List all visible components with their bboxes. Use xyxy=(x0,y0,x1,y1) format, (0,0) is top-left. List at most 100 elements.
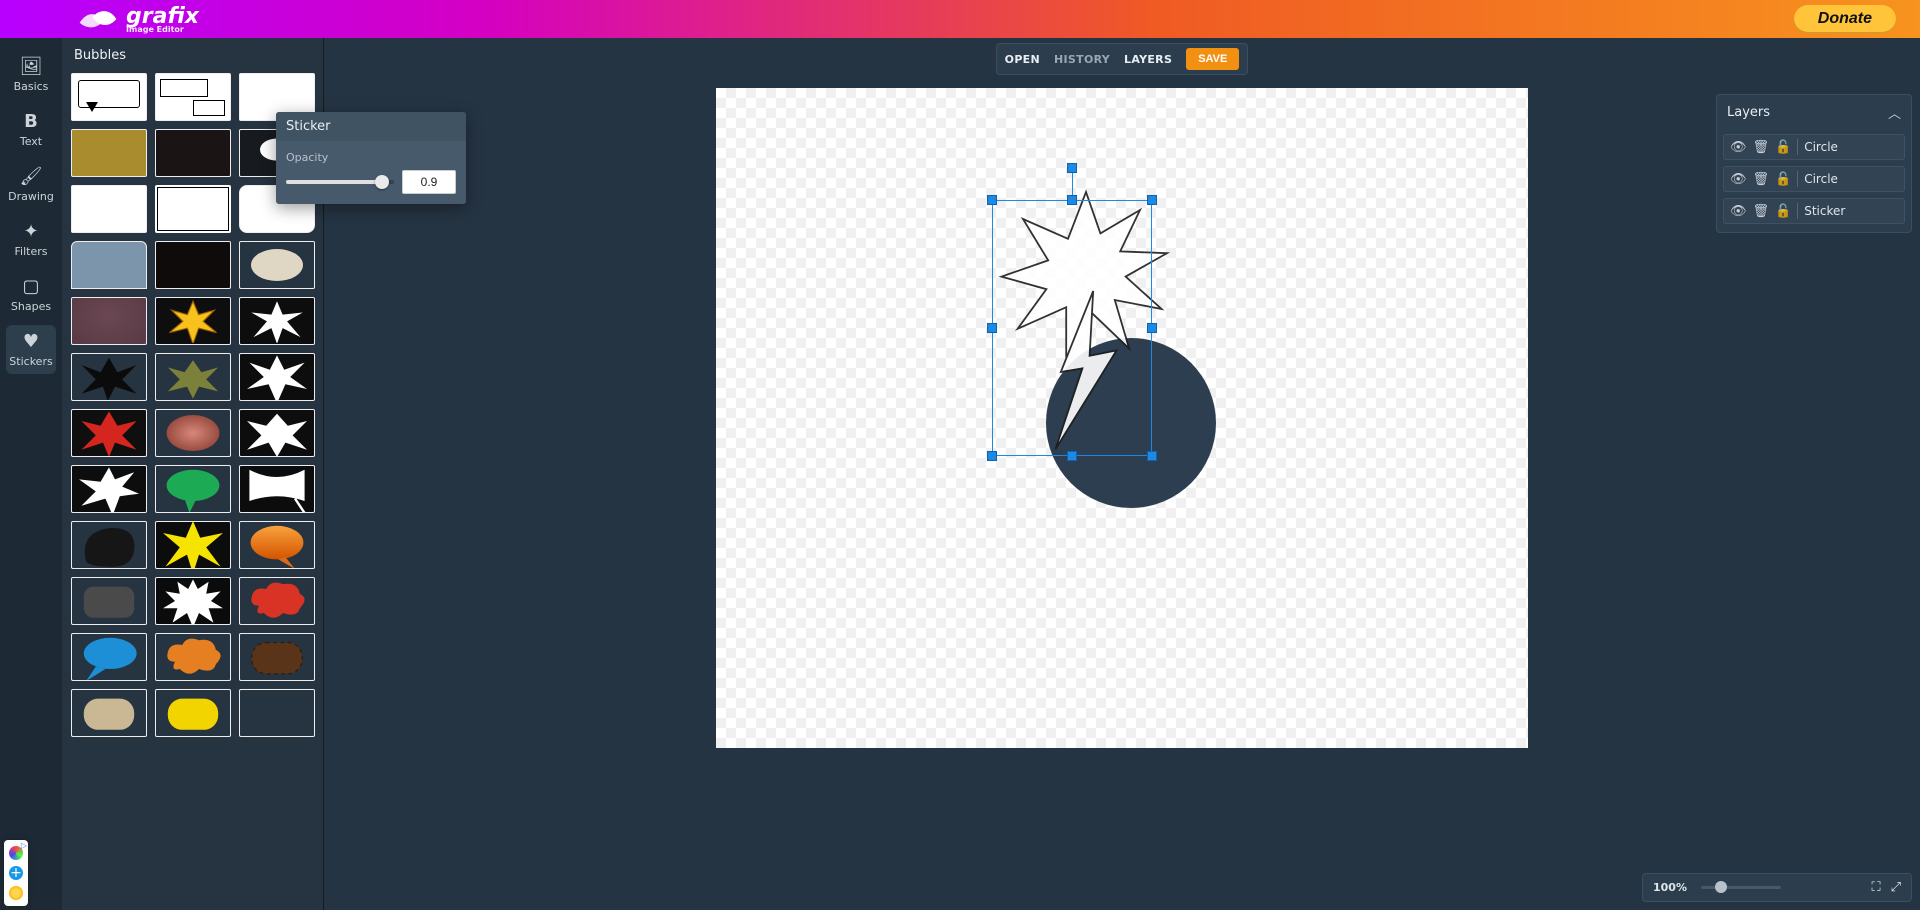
popup-title: Sticker xyxy=(276,112,466,141)
sticker-thumb[interactable] xyxy=(239,297,315,345)
sticker-thumb[interactable] xyxy=(239,465,315,513)
sticker-thumb[interactable] xyxy=(155,409,231,457)
sticker-thumb[interactable] xyxy=(155,353,231,401)
tool-label: Text xyxy=(8,135,54,148)
tool-filters[interactable]: ✦ Filters xyxy=(6,215,56,264)
tool-shapes[interactable]: ▢ Shapes xyxy=(6,270,56,319)
sticker-thumb[interactable] xyxy=(239,577,315,625)
opacity-slider[interactable] xyxy=(286,180,394,184)
tool-label: Drawing xyxy=(8,190,54,203)
tool-label: Shapes xyxy=(8,300,54,313)
resize-handle[interactable] xyxy=(987,451,997,461)
ad-close-icon[interactable]: ▷ xyxy=(21,841,27,850)
sticker-thumb[interactable] xyxy=(71,129,147,177)
sticker-thumb[interactable] xyxy=(155,241,231,289)
sticker-thumb[interactable] xyxy=(155,73,231,121)
slider-thumb[interactable] xyxy=(375,175,389,189)
eye-icon[interactable]: 👁 xyxy=(1730,204,1747,219)
tool-label: Filters xyxy=(8,245,54,258)
resize-handle[interactable] xyxy=(1147,323,1157,333)
tool-stickers[interactable]: ♥ Stickers xyxy=(6,325,56,374)
sticker-panel-title: Bubbles xyxy=(62,38,323,73)
open-button[interactable]: OPEN xyxy=(1005,53,1040,66)
sticker-thumb[interactable] xyxy=(155,521,231,569)
sticker-thumb[interactable] xyxy=(71,465,147,513)
sticker-thumb[interactable] xyxy=(155,185,231,233)
trash-icon[interactable]: 🗑 xyxy=(1753,172,1770,187)
fit-screen-icon[interactable]: ⛶ xyxy=(1871,880,1880,895)
side-ad-widget[interactable]: ▷ + xyxy=(4,840,28,906)
resize-handle[interactable] xyxy=(1147,195,1157,205)
tool-drawing[interactable]: 🖌 Drawing xyxy=(6,160,56,209)
sticker-thumb[interactable] xyxy=(71,241,147,289)
eye-icon[interactable]: 👁 xyxy=(1730,172,1747,187)
canvas-viewport[interactable] xyxy=(384,88,1860,888)
resize-handle[interactable] xyxy=(1067,451,1077,461)
sticker-thumb[interactable] xyxy=(155,129,231,177)
sticker-thumb[interactable] xyxy=(71,185,147,233)
sticker-thumb[interactable] xyxy=(239,409,315,457)
sticker-thumb[interactable] xyxy=(71,409,147,457)
separator xyxy=(1797,139,1798,155)
sticker-thumb[interactable] xyxy=(155,465,231,513)
sticker-thumb[interactable] xyxy=(155,297,231,345)
sticker-thumb[interactable] xyxy=(71,353,147,401)
slider-fill xyxy=(286,180,383,184)
image-icon: 🖼 xyxy=(8,58,54,76)
opacity-label: Opacity xyxy=(286,151,456,164)
tool-label: Stickers xyxy=(8,355,54,368)
trash-icon[interactable]: 🗑 xyxy=(1753,140,1770,155)
tool-strip: 🖼 Basics B Text 🖌 Drawing ✦ Filters ▢ Sh… xyxy=(0,38,62,910)
save-button[interactable]: SAVE xyxy=(1186,48,1239,70)
tool-basics[interactable]: 🖼 Basics xyxy=(6,50,56,99)
sticker-thumb[interactable] xyxy=(71,633,147,681)
zoom-slider[interactable] xyxy=(1701,886,1781,889)
sticker-thumb[interactable] xyxy=(239,521,315,569)
brand-mark-icon xyxy=(76,8,120,30)
sticker-thumb[interactable] xyxy=(71,689,147,737)
resize-handle[interactable] xyxy=(1147,451,1157,461)
resize-handle[interactable] xyxy=(987,195,997,205)
trash-icon[interactable]: 🗑 xyxy=(1753,204,1770,219)
sticker-thumb[interactable] xyxy=(155,577,231,625)
sticker-thumb[interactable] xyxy=(155,689,231,737)
layer-row[interactable]: 👁 🗑 🔓 Circle xyxy=(1723,166,1905,192)
opacity-input[interactable] xyxy=(402,170,456,194)
donate-button[interactable]: Donate xyxy=(1794,5,1896,33)
sticker-thumb[interactable] xyxy=(239,353,315,401)
zoom-handle[interactable] xyxy=(1715,881,1727,893)
layer-name: Circle xyxy=(1804,172,1838,186)
selection-box[interactable] xyxy=(992,200,1152,456)
lock-icon[interactable]: 🔓 xyxy=(1775,204,1791,219)
heart-icon: ♥ xyxy=(8,333,54,351)
layers-button[interactable]: LAYERS xyxy=(1124,53,1172,66)
layer-row[interactable]: 👁 🗑 🔓 Circle xyxy=(1723,134,1905,160)
sticker-thumb[interactable] xyxy=(71,521,147,569)
history-button[interactable]: HISTORY xyxy=(1054,53,1110,66)
sticker-thumb[interactable] xyxy=(71,297,147,345)
chevron-up-icon[interactable]: ︿ xyxy=(1888,103,1901,122)
fullscreen-icon[interactable]: ⤢ xyxy=(1891,880,1901,895)
sticker-thumb[interactable] xyxy=(155,633,231,681)
rotation-handle[interactable] xyxy=(1067,163,1077,173)
resize-handle[interactable] xyxy=(987,323,997,333)
bold-icon: B xyxy=(8,113,54,131)
tool-text[interactable]: B Text xyxy=(6,105,56,154)
sticker-thumb[interactable] xyxy=(71,73,147,121)
layer-row[interactable]: 👁 🗑 🔓 Sticker xyxy=(1723,198,1905,224)
artboard[interactable] xyxy=(716,88,1528,748)
brand-logo: grafix Image Editor xyxy=(76,4,199,34)
eye-icon[interactable]: 👁 xyxy=(1730,140,1747,155)
layers-panel: Layers ︿ 👁 🗑 🔓 Circle 👁 🗑 🔓 Circle xyxy=(1716,94,1912,233)
separator xyxy=(1797,171,1798,187)
layers-title: Layers xyxy=(1727,105,1770,120)
sticker-thumb[interactable] xyxy=(239,633,315,681)
lock-icon[interactable]: 🔓 xyxy=(1775,172,1791,187)
resize-handle[interactable] xyxy=(1067,195,1077,205)
sticker-popup[interactable]: Sticker Opacity xyxy=(276,112,466,204)
layer-name: Sticker xyxy=(1804,204,1845,218)
sticker-thumb[interactable] xyxy=(239,241,315,289)
sticker-thumb[interactable] xyxy=(71,577,147,625)
sticker-thumb[interactable] xyxy=(239,689,315,737)
lock-icon[interactable]: 🔓 xyxy=(1775,140,1791,155)
